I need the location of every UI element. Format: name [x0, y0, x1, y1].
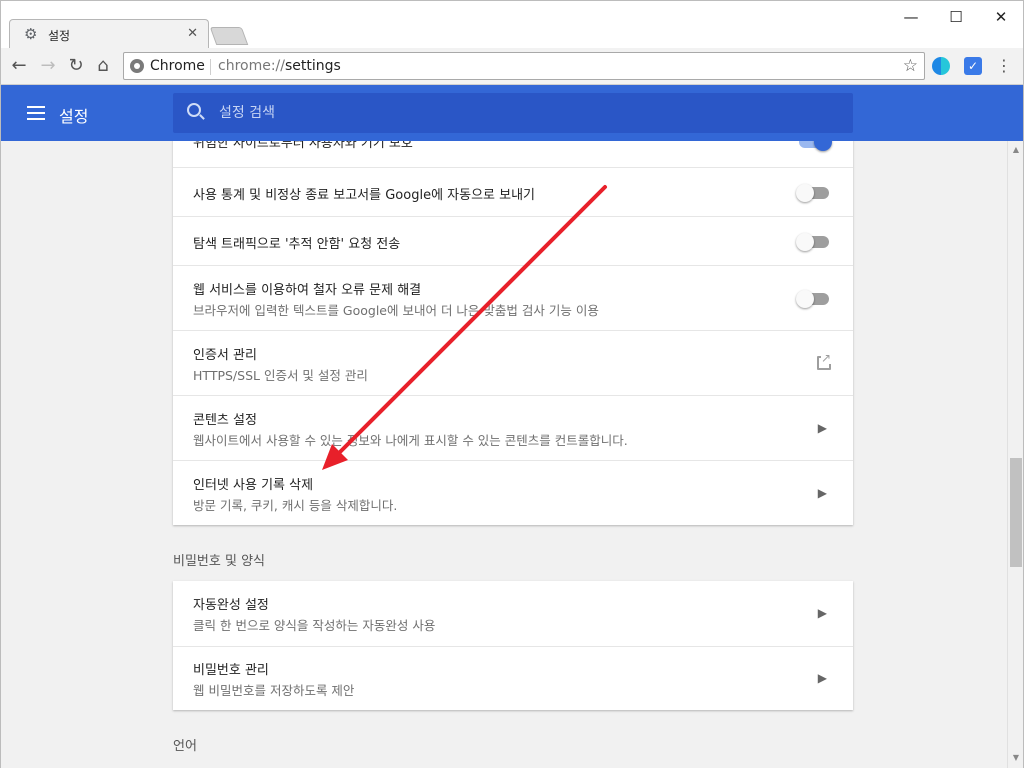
row-label: 위험한 사이트로부터 사용자와 기기 보호 — [193, 141, 413, 151]
row-do-not-track[interactable]: 탐색 트래픽으로 '추적 안함' 요청 전송 — [173, 216, 853, 265]
row-content-settings[interactable]: 콘텐츠 설정 웹사이트에서 사용할 수 있는 정보와 나에게 표시할 수 있는 … — [173, 395, 853, 460]
extension-checkmark-icon[interactable]: ✓ — [964, 57, 982, 75]
row-clear-browsing-data[interactable]: 인터넷 사용 기록 삭제 방문 기록, 쿠키, 캐시 등을 삭제합니다. ▶ — [173, 460, 853, 525]
row-safe-browsing[interactable]: 위험한 사이트로부터 사용자와 기기 보호 — [173, 141, 853, 167]
close-window-button[interactable]: ✕ — [986, 7, 1016, 27]
row-label: 비밀번호 관리 — [193, 663, 269, 678]
settings-header: 설정 — [0, 85, 1024, 141]
extension-globe-icon[interactable] — [932, 57, 950, 75]
forward-button[interactable]: → — [37, 55, 59, 77]
settings-search[interactable] — [173, 93, 853, 133]
address-bar[interactable]: Chrome chrome://settings ☆ — [123, 52, 925, 80]
settings-content: 위험한 사이트로부터 사용자와 기기 보호 사용 통계 및 비정상 종료 보고서… — [0, 141, 1007, 768]
chrome-icon — [130, 59, 144, 73]
page-title: 설정 — [59, 107, 89, 126]
privacy-card: 위험한 사이트로부터 사용자와 기기 보호 사용 통계 및 비정상 종료 보고서… — [173, 141, 853, 525]
reload-button[interactable]: ↻ — [65, 55, 87, 77]
row-label: 인터넷 사용 기록 삭제 — [193, 478, 314, 493]
row-usage-stats[interactable]: 사용 통계 및 비정상 종료 보고서를 Google에 자동으로 보내기 — [173, 167, 853, 216]
usage-stats-toggle[interactable] — [796, 184, 829, 202]
page-scrollbar[interactable]: ▲ ▼ — [1007, 141, 1024, 768]
row-label: 인증서 관리 — [193, 348, 257, 363]
row-label: 탐색 트래픽으로 '추적 안함' 요청 전송 — [193, 237, 401, 252]
omnibox-divider — [210, 59, 211, 75]
chevron-right-icon: ▶ — [817, 421, 827, 435]
tab-settings[interactable]: ⚙ 설정 ✕ — [9, 19, 209, 49]
title-bar: ⚙ 설정 ✕ — ☐ ✕ — [0, 0, 1024, 49]
search-input[interactable] — [217, 101, 817, 125]
row-sublabel: 웹 비밀번호를 저장하도록 제안 — [193, 683, 355, 698]
row-spellcheck[interactable]: 웹 서비스를 이용하여 철자 오류 문제 해결 브라우저에 입력한 텍스트를 G… — [173, 265, 853, 330]
scroll-up-arrow-icon[interactable]: ▲ — [1008, 145, 1024, 154]
external-link-icon[interactable] — [817, 352, 832, 370]
section-title-language: 언어 — [173, 739, 197, 754]
row-autofill[interactable]: 자동완성 설정 클릭 한 번으로 양식을 작성하는 자동완성 사용 ▶ — [173, 581, 853, 646]
row-sublabel: 방문 기록, 쿠키, 캐시 등을 삭제합니다. — [193, 498, 398, 513]
site-chip: Chrome — [150, 58, 205, 74]
hamburger-menu-icon[interactable] — [27, 106, 45, 120]
section-title-passwords: 비밀번호 및 양식 — [173, 554, 265, 569]
row-manage-passwords[interactable]: 비밀번호 관리 웹 비밀번호를 저장하도록 제안 ▶ — [173, 646, 853, 710]
row-sublabel: 웹사이트에서 사용할 수 있는 정보와 나에게 표시할 수 있는 콘텐츠를 컨트… — [193, 433, 628, 448]
row-label: 웹 서비스를 이용하여 철자 오류 문제 해결 — [193, 283, 422, 298]
url-path: settings — [285, 58, 341, 74]
chevron-right-icon: ▶ — [817, 671, 827, 685]
home-button[interactable]: ⌂ — [92, 55, 114, 77]
row-label: 자동완성 설정 — [193, 598, 269, 613]
url-scheme: chrome:// — [218, 58, 285, 74]
spellcheck-toggle[interactable] — [796, 290, 829, 308]
passwords-card: 자동완성 설정 클릭 한 번으로 양식을 작성하는 자동완성 사용 ▶ 비밀번호… — [173, 581, 853, 710]
scrollbar-thumb[interactable] — [1010, 458, 1022, 567]
maximize-button[interactable]: ☐ — [941, 7, 971, 27]
row-manage-certificates[interactable]: 인증서 관리 HTTPS/SSL 인증서 및 설정 관리 — [173, 330, 853, 395]
chevron-right-icon: ▶ — [817, 486, 827, 500]
browser-toolbar: ← → ↻ ⌂ Chrome chrome://settings ☆ — [0, 48, 1024, 85]
gear-icon: ⚙ — [24, 25, 38, 43]
chevron-right-icon: ▶ — [817, 606, 827, 620]
chrome-menu-icon[interactable]: ⋮ — [996, 56, 1012, 76]
back-button[interactable]: ← — [8, 55, 30, 77]
bookmark-star-icon[interactable]: ☆ — [903, 56, 918, 76]
url-text[interactable]: chrome://settings — [218, 58, 341, 74]
row-label: 콘텐츠 설정 — [193, 413, 257, 428]
search-icon — [187, 103, 201, 117]
new-tab-button[interactable] — [209, 27, 249, 45]
do-not-track-toggle[interactable] — [796, 233, 829, 251]
safe-browsing-toggle[interactable] — [799, 141, 832, 151]
row-sublabel: 브라우저에 입력한 텍스트를 Google에 보내어 더 나은 맞춤법 검사 기… — [193, 303, 599, 318]
tab-title: 설정 — [48, 29, 71, 43]
scroll-down-arrow-icon[interactable]: ▼ — [1008, 753, 1024, 762]
row-sublabel: 클릭 한 번으로 양식을 작성하는 자동완성 사용 — [193, 618, 436, 633]
minimize-button[interactable]: — — [896, 7, 926, 27]
row-sublabel: HTTPS/SSL 인증서 및 설정 관리 — [193, 368, 368, 383]
row-label: 사용 통계 및 비정상 종료 보고서를 Google에 자동으로 보내기 — [193, 188, 536, 203]
tab-close-button[interactable]: ✕ — [187, 26, 198, 41]
